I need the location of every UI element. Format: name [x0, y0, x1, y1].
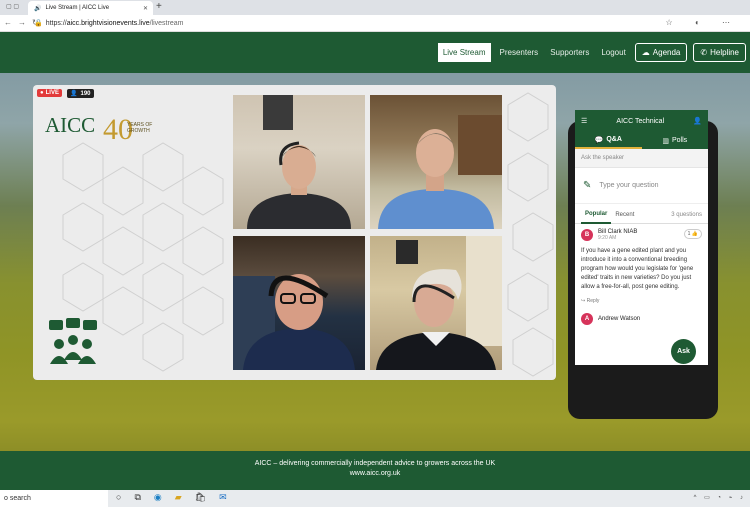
video-tile-speaker-3[interactable]	[233, 236, 365, 370]
reply-label: Reply	[586, 298, 600, 304]
logo-text: AICC	[45, 113, 96, 137]
task-view-icon[interactable]: ⧉	[134, 492, 140, 503]
question-item: B Bill Clark NIAB 9:20 AM 1 👍 If you hav…	[575, 224, 708, 304]
helpline-label: Helpline	[710, 48, 739, 57]
footer-link[interactable]: www.aicc.org.uk	[0, 469, 750, 479]
user-icon[interactable]: 👤	[693, 117, 702, 125]
browser-tab-bar: ▢ ▢ 🔊 Live Stream | AICC Live ✕ +	[0, 0, 750, 15]
question-time: 9:20 AM	[598, 235, 617, 241]
reply-button[interactable]: ↪ Reply	[581, 298, 702, 304]
viewer-count: 190	[80, 90, 91, 97]
filter-popular[interactable]: Popular	[581, 206, 612, 224]
filter-recent[interactable]: Recent	[611, 207, 638, 223]
avatar: A	[581, 313, 593, 325]
edit-icon: ✎	[583, 180, 592, 191]
new-tab-icon[interactable]: +	[156, 1, 162, 12]
question-input[interactable]: ✎ Type your question	[575, 168, 708, 204]
agenda-button[interactable]: ☁ Agenda	[634, 43, 688, 62]
url-path: /livestream	[149, 20, 184, 27]
favorite-star-icon[interactable]: ☆ ◐ ⋯	[666, 18, 740, 27]
question-text: If you have a gene edited plant and you …	[581, 248, 694, 290]
mail-icon[interactable]: ✉	[219, 492, 227, 503]
question-item: A Andrew Watson	[575, 304, 708, 325]
video-player[interactable]: ● LIVE 👤 190 AICC 40 YEARS OF GROWTH	[33, 85, 556, 380]
cortana-icon[interactable]: ○	[116, 492, 121, 503]
browser-tab[interactable]: 🔊 Live Stream | AICC Live ✕	[28, 1, 153, 15]
file-explorer-icon[interactable]: ▰	[175, 492, 182, 503]
viewer-count-badge: 👤 190	[67, 89, 94, 98]
video-tile-speaker-2[interactable]	[370, 95, 502, 229]
windows-taskbar: o search ○ ⧉ ◉ ▰ 🛍 ✉ ^ ▭ ◔ ⌁ ♪	[0, 490, 750, 507]
footer-tagline: AICC – delivering commercially independe…	[254, 460, 496, 467]
nav-live-stream[interactable]: Live Stream	[437, 43, 491, 62]
system-tray-icons[interactable]: ^ ▭ ◔ ⌁ ♪	[694, 494, 746, 501]
tab-actions-icon[interactable]: ▢ ▢	[6, 3, 19, 10]
logo-sub2: GROWTH	[127, 128, 150, 134]
nav-presenters[interactable]: Presenters	[497, 44, 542, 61]
chat-icon: 💬	[594, 136, 604, 144]
live-label: LIVE	[45, 90, 59, 96]
site-footer: AICC – delivering commercially independe…	[0, 451, 750, 490]
tab-qa[interactable]: 💬 Q&A	[575, 132, 642, 149]
speaker-3-image	[233, 274, 355, 370]
tab-polls[interactable]: ▥ Polls	[642, 132, 709, 149]
phone-icon: ✆	[700, 48, 708, 57]
cloud-icon: ☁	[641, 48, 650, 57]
thumbs-up-icon: 👍	[691, 231, 698, 237]
reply-icon: ↪	[581, 298, 586, 304]
lock-icon[interactable]: 🔒	[34, 20, 43, 27]
question-filters: Popular Recent 3 questions	[575, 206, 708, 224]
store-icon[interactable]: 🛍	[195, 492, 206, 503]
audio-icon[interactable]: 🔊	[34, 5, 41, 12]
site-header: Live Stream Presenters Supporters Logout…	[0, 32, 750, 73]
ask-button[interactable]: Ask	[671, 339, 696, 364]
live-badge: ● LIVE	[37, 89, 62, 97]
record-dot-icon: ●	[40, 90, 44, 96]
speaker-1-image	[247, 95, 351, 229]
aicc-logo: AICC 40 YEARS OF GROWTH	[43, 105, 163, 146]
main-menu: Live Stream Presenters Supporters Logout…	[437, 43, 746, 62]
helpline-button[interactable]: ✆ Helpline	[693, 43, 746, 62]
video-tile-speaker-4[interactable]	[370, 236, 502, 370]
tab-qa-label: Q&A	[606, 136, 622, 143]
qa-app-screen: ☰ AICC Technical 👤 💬 Q&A ▥ Polls Ask the s…	[575, 110, 708, 365]
taskbar-icons: ○ ⧉ ◉ ▰ 🛍 ✉	[116, 492, 227, 503]
url-scheme: https://	[45, 20, 67, 27]
app-tabs: 💬 Q&A ▥ Polls	[575, 132, 708, 149]
bar-chart-icon: ▥	[662, 137, 669, 145]
agenda-label: Agenda	[652, 48, 681, 57]
app-title: AICC Technical	[616, 117, 665, 125]
tab-title: Live Stream | AICC Live	[45, 5, 110, 11]
address-bar: ←→↻ 🔒 https://aicc.brightvisionevents.liv…	[0, 15, 750, 32]
taskbar-search[interactable]: o search	[0, 490, 108, 507]
url-field[interactable]: 🔒 https://aicc.brightvisionevents.live/li…	[34, 19, 183, 27]
logo-years: YEARS OF GROWTH	[127, 122, 152, 134]
group-chat-icon	[49, 318, 97, 364]
question-placeholder: Type your question	[599, 182, 659, 189]
speaker-2-image	[378, 115, 502, 229]
video-tile-speaker-1[interactable]	[233, 95, 365, 229]
nav-supporters[interactable]: Supporters	[547, 44, 592, 61]
tab-polls-label: Polls	[671, 137, 688, 144]
url-host: aicc.brightvisionevents.live	[66, 20, 150, 27]
app-header: ☰ AICC Technical 👤	[575, 110, 708, 132]
question-count: 3 questions	[671, 211, 702, 218]
speaker-4-image	[376, 236, 502, 370]
ask-speaker-label: Ask the speaker	[575, 149, 708, 168]
edge-icon[interactable]: ◉	[154, 492, 162, 503]
nav-logout[interactable]: Logout	[598, 44, 628, 61]
question-author: Andrew Watson	[598, 316, 641, 322]
close-icon[interactable]: ✕	[143, 5, 148, 12]
person-icon: 👤	[70, 91, 78, 97]
avatar: B	[581, 229, 593, 241]
like-count: 1	[687, 231, 691, 237]
like-button[interactable]: 1 👍	[683, 229, 702, 239]
